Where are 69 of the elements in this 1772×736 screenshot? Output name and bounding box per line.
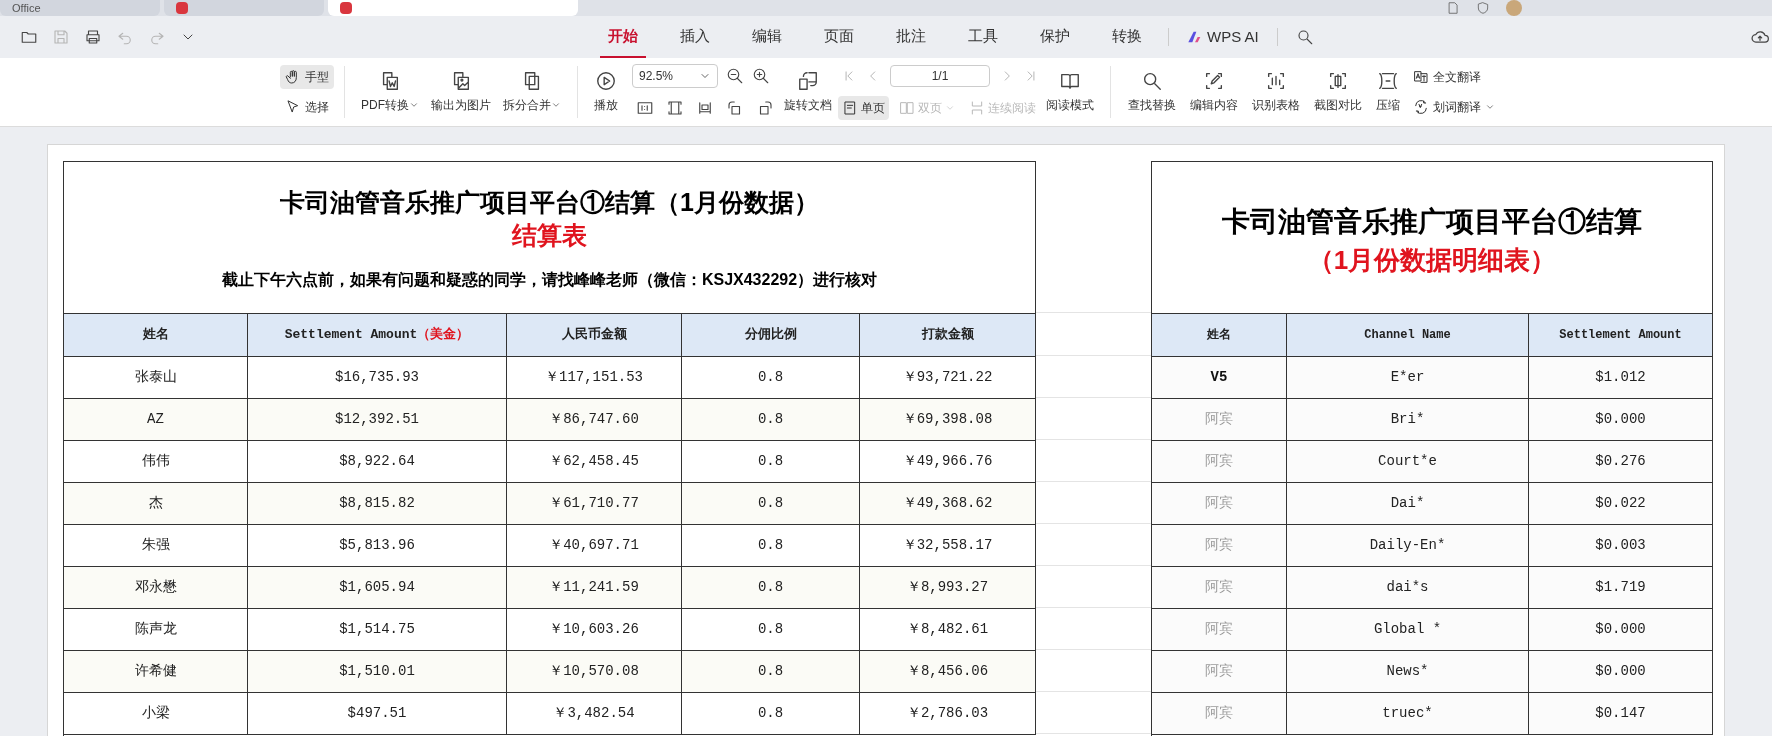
chart-icon	[1265, 70, 1287, 92]
fit-width-icon[interactable]	[696, 99, 714, 117]
table-cell: 0.8	[682, 693, 860, 735]
pointer-tool-button[interactable]: 手型	[280, 65, 334, 89]
ribbon-button[interactable]: 输出为图片	[425, 62, 497, 122]
caret-icon	[551, 100, 561, 110]
continuous-scroll-icon	[969, 100, 985, 116]
menu-tab[interactable]: 转换	[1104, 16, 1150, 58]
translate-icon	[1413, 69, 1429, 85]
zoom-in-icon[interactable]	[752, 67, 770, 85]
zoom-out-icon[interactable]	[726, 67, 744, 85]
menu-tab[interactable]: 插入	[672, 16, 718, 58]
ribbon-button[interactable]: 编辑内容	[1184, 62, 1244, 122]
ai-tab[interactable]: WPS AI	[1187, 25, 1259, 49]
translate-icon	[1413, 99, 1429, 115]
notice-text: 截止下午六点前，如果有问题和疑惑的同学，请找峰峰老师（微信：KSJX432292）进行核对	[221, 270, 878, 290]
table-subtitle: 结算表	[512, 220, 587, 251]
table-cell: 阿宾	[1152, 693, 1287, 735]
menu-tab[interactable]: 批注	[888, 16, 934, 58]
ribbon-button[interactable]: 阅读模式	[1040, 62, 1100, 122]
caret-icon	[409, 100, 419, 110]
shield-icon[interactable]	[1476, 1, 1490, 15]
ribbon-button[interactable]: 播放	[588, 62, 624, 122]
table-title: 卡司油管音乐推广项目平台①结算	[1222, 204, 1642, 239]
table-cell: truec*	[1287, 693, 1529, 735]
print-icon[interactable]	[84, 28, 102, 46]
browser-tab[interactable]: Office	[0, 0, 160, 16]
compress-icon	[1377, 70, 1399, 92]
browser-tab[interactable]	[328, 0, 578, 16]
translate-button[interactable]: 全文翻译	[1413, 65, 1495, 89]
caret-icon	[1485, 102, 1495, 112]
ribbon-button[interactable]: 拆分合并	[497, 62, 567, 122]
menu-tab[interactable]: 页面	[816, 16, 862, 58]
search-icon[interactable]	[1295, 28, 1314, 46]
zoom-dropdown[interactable]: 92.5%	[632, 64, 718, 88]
ai-logo-icon	[1187, 29, 1203, 45]
compare-icon	[1327, 70, 1349, 92]
fit-page-icon[interactable]	[666, 99, 684, 117]
menu-tab[interactable]: 工具	[960, 16, 1006, 58]
cursor-icon	[285, 99, 301, 115]
actual-size-icon[interactable]	[636, 99, 654, 117]
table-subtitle: （1月份数据明细表）	[1307, 243, 1557, 277]
ribbon-button[interactable]: 压缩	[1370, 62, 1406, 122]
table-cell: $0.147	[1529, 693, 1713, 735]
menu-tab[interactable]: 编辑	[744, 16, 790, 58]
table-cell: $497.51	[248, 693, 507, 735]
tab-label: Office	[12, 2, 41, 14]
edit-icon	[1203, 70, 1225, 92]
search-icon	[1141, 70, 1163, 92]
page-number-field[interactable]: 1/1	[890, 65, 990, 87]
caret-icon	[945, 103, 955, 113]
menu-tab[interactable]: 保护	[1032, 16, 1078, 58]
rotate-icon	[797, 70, 819, 92]
translate-button[interactable]: 划词翻译	[1413, 95, 1495, 119]
ribbon-button[interactable]: 识别表格	[1246, 62, 1306, 122]
page-mode-button[interactable]: 单页	[838, 96, 889, 120]
browser-tab[interactable]	[164, 0, 324, 16]
table-cell: 小梁	[64, 693, 248, 735]
single-page-icon	[842, 100, 858, 116]
pointer-tool-button[interactable]: 选择	[280, 95, 334, 119]
play-icon	[595, 70, 617, 92]
ribbon-button[interactable]: 查找替换	[1122, 62, 1182, 122]
table-title: 卡司油管音乐推广项目平台①结算（1月份数据）	[280, 187, 819, 218]
ribbon-button[interactable]: PDF转换	[355, 62, 425, 122]
ribbon-button[interactable]: 截图对比	[1308, 62, 1368, 122]
two-page-icon	[899, 100, 915, 116]
table-cell: ￥3,482.54	[507, 693, 682, 735]
ribbon-button[interactable]: 旋转文档	[778, 62, 838, 122]
table-cell: ￥2,786.03	[860, 693, 1036, 735]
